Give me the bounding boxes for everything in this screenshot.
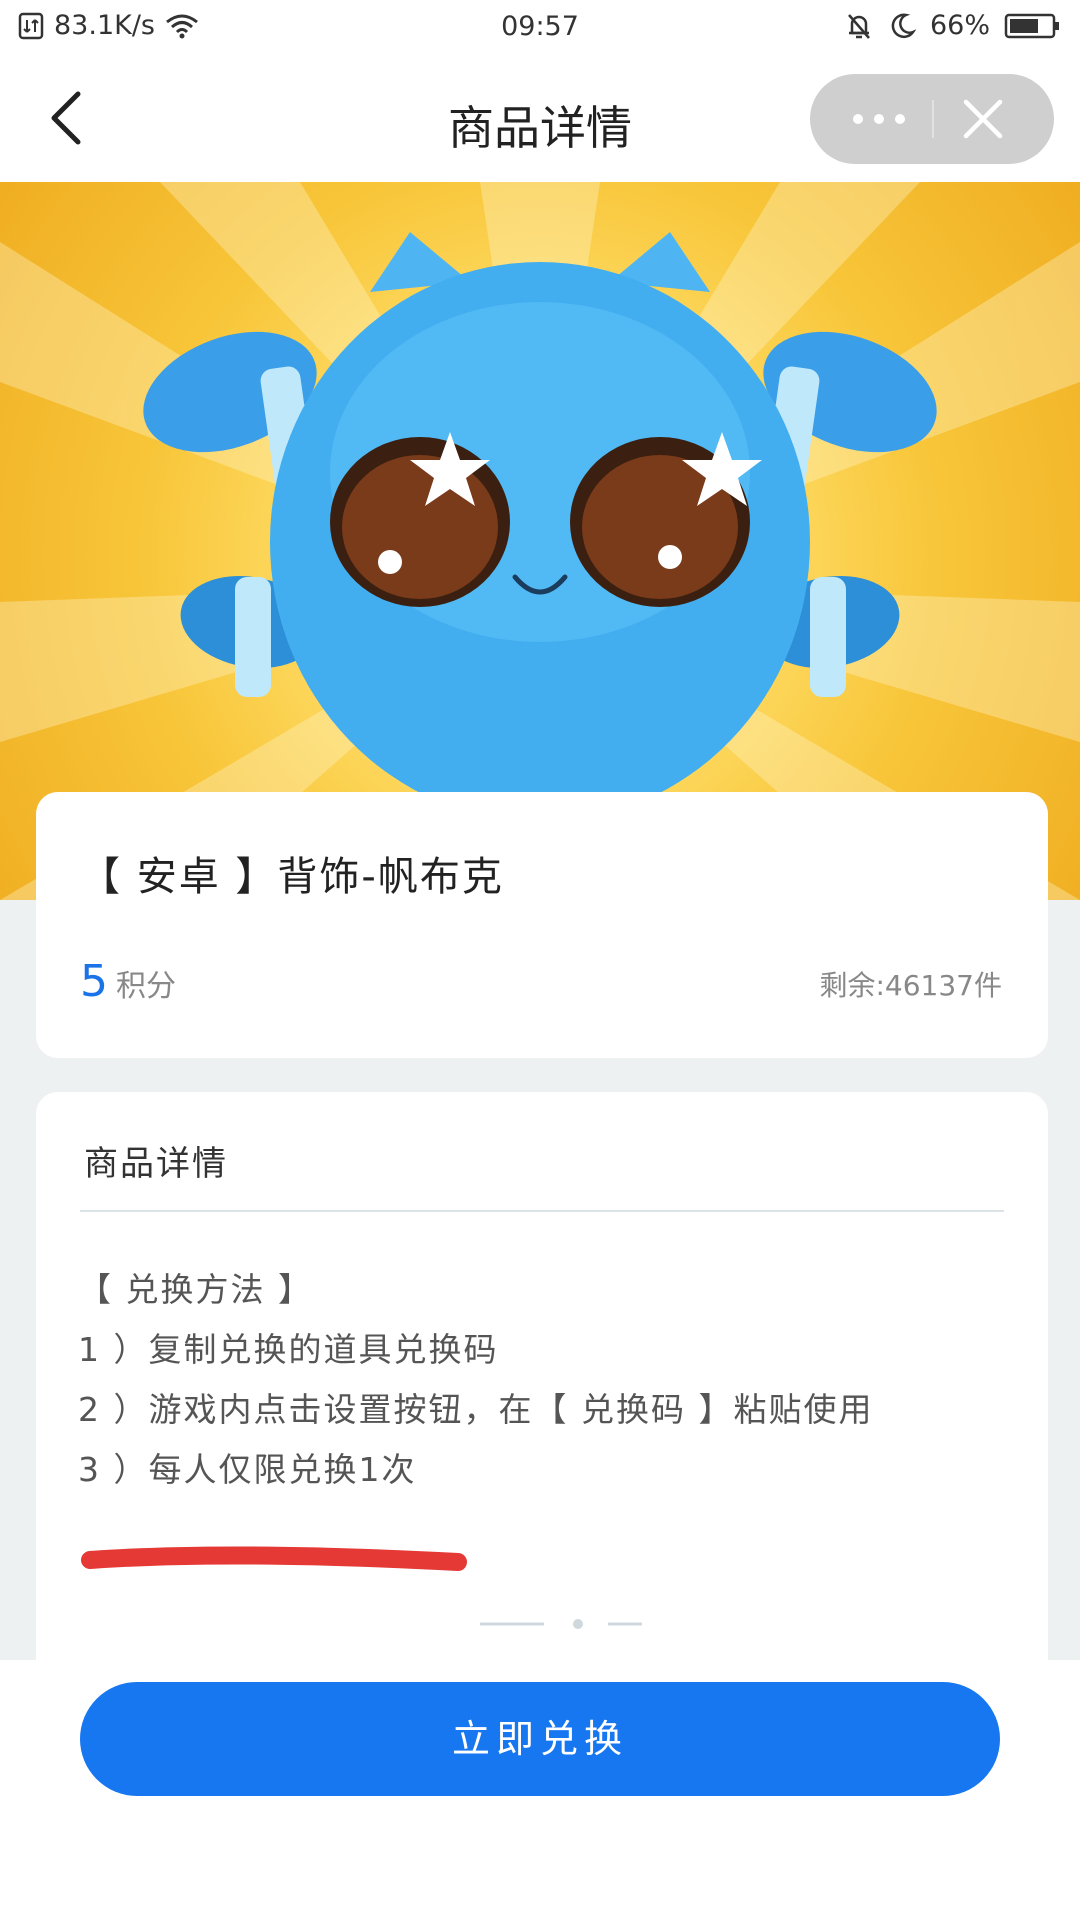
red-underline-mark <box>81 1546 467 1571</box>
price-unit: 积分 <box>116 969 176 1004</box>
price: 5 积分 <box>80 956 176 1007</box>
moon-icon <box>891 13 916 38</box>
capsule-divider <box>932 100 934 138</box>
detail-card: 商品详情 【 兑换方法 】 1 ）复制兑换的道具兑换码 2 ）游戏内点击设置按钮… <box>36 1092 1048 1692</box>
detail-line: 【 兑换方法 】 <box>78 1270 313 1309</box>
battery-percent: 66% <box>929 10 990 41</box>
status-right: 66% <box>844 10 1062 41</box>
battery-icon <box>1004 13 1059 38</box>
capsule-menu <box>810 74 1054 164</box>
product-title: 【 安卓 】背饰-帆布克 <box>80 854 504 900</box>
price-value: 5 <box>80 956 108 1007</box>
close-icon[interactable] <box>960 96 1006 142</box>
detail-heading: 商品详情 <box>84 1144 228 1184</box>
nav-bar: 商品详情 <box>0 58 1080 182</box>
detail-lines: 【 兑换方法 】 1 ）复制兑换的道具兑换码 2 ）游戏内点击设置按钮，在【 兑… <box>78 1260 873 1500</box>
page-indicator <box>480 1619 642 1629</box>
bell-muted-icon <box>848 13 870 39</box>
status-bar: 83.1K/s 09:57 66% <box>0 0 1080 58</box>
product-info-card: 【 安卓 】背饰-帆布克 5 积分 剩余:46137件 <box>36 792 1048 1058</box>
bottom-action-bar: 立即兑换 <box>0 1660 1080 1920</box>
more-dots-icon[interactable] <box>844 104 914 134</box>
detail-line: 3 ）每人仅限兑换1次 <box>78 1450 417 1489</box>
detail-line: 2 ）游戏内点击设置按钮，在【 兑换码 】粘贴使用 <box>78 1390 874 1429</box>
exchange-now-button[interactable]: 立即兑换 <box>80 1682 1000 1796</box>
stock-remaining: 剩余:46137件 <box>819 969 1002 1002</box>
detail-line: 1 ）复制兑换的道具兑换码 <box>78 1330 499 1369</box>
detail-divider <box>80 1210 1004 1212</box>
